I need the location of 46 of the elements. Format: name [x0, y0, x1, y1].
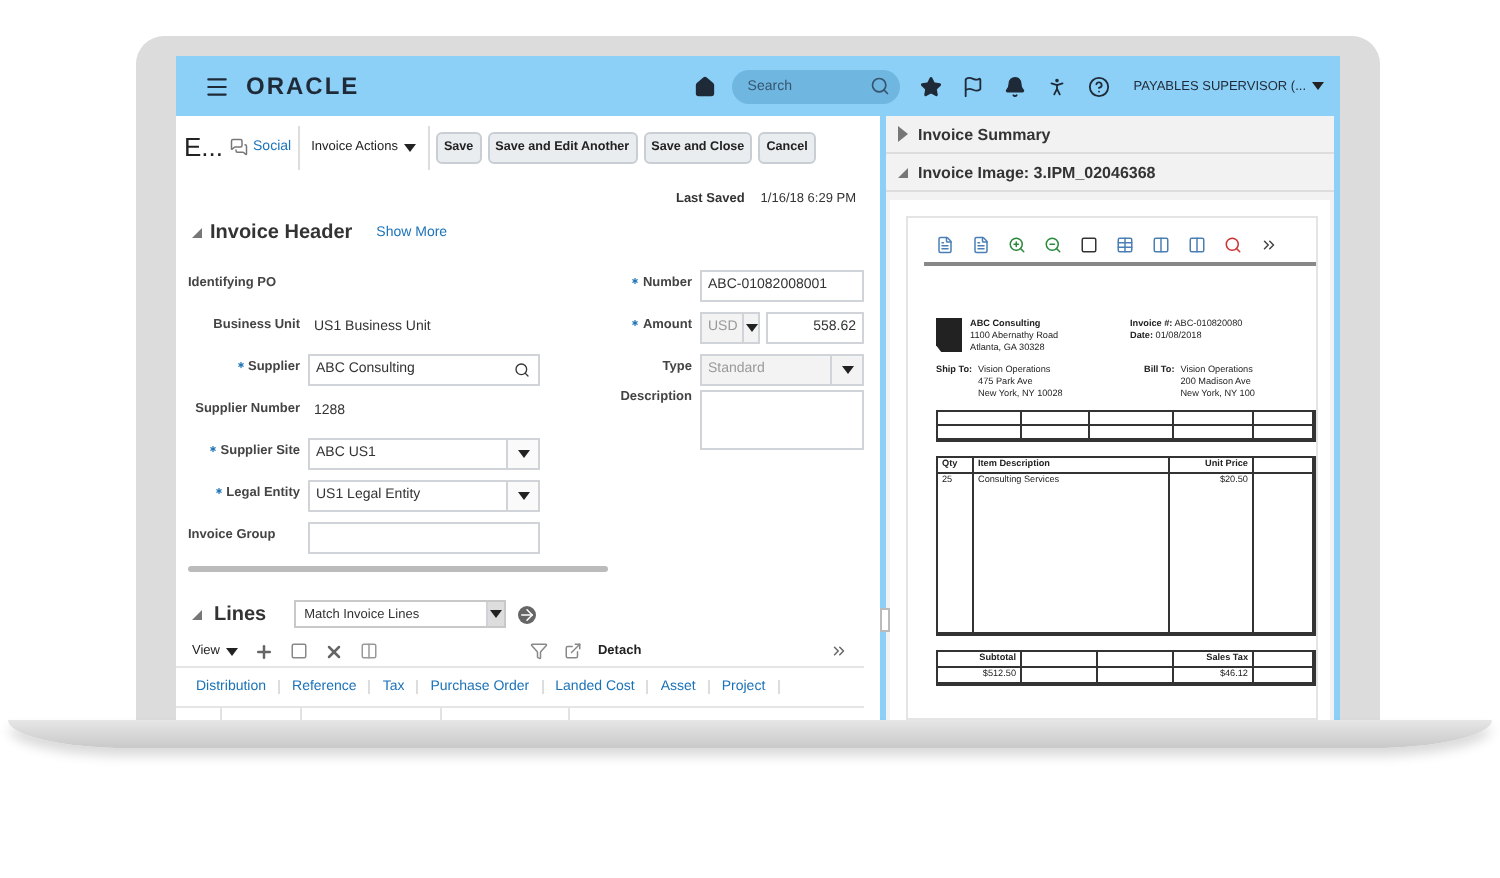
panel-header[interactable]: Invoice Image: 3.IPM_02046368 [886, 154, 1334, 192]
bell-icon[interactable] [1003, 75, 1026, 97]
disclosure-icon[interactable] [192, 228, 202, 238]
flag-icon[interactable] [961, 75, 984, 97]
panel-title: Invoice Summary [918, 125, 1051, 143]
splitter-handle[interactable] [880, 608, 890, 632]
caret-icon [517, 449, 529, 457]
delete-icon[interactable] [323, 641, 344, 661]
page-icon[interactable] [936, 235, 954, 253]
disclosure-icon[interactable] [192, 609, 202, 619]
panel-header[interactable]: Invoice Summary [886, 116, 1334, 154]
search-icon [869, 76, 890, 96]
go-icon[interactable] [518, 605, 537, 623]
description-field[interactable] [700, 390, 864, 450]
logo: ORACLE [246, 72, 360, 100]
add-icon[interactable] [253, 641, 274, 661]
caret-icon [841, 365, 853, 373]
caret-icon [225, 647, 238, 655]
page-icon[interactable] [972, 235, 990, 253]
page-title: E... [184, 132, 224, 162]
zoom-in-icon[interactable] [1008, 235, 1026, 253]
company-logo [936, 318, 962, 352]
detach-icon [563, 642, 582, 660]
search-icon[interactable] [1224, 235, 1242, 253]
input-field[interactable] [308, 521, 540, 553]
home-icon[interactable] [693, 75, 716, 97]
panel-title: Invoice Image: 3.IPM_02046368 [918, 163, 1156, 181]
search-icon [514, 361, 530, 377]
caret-icon [745, 323, 757, 331]
chat-icon [229, 138, 248, 156]
menu-icon[interactable] [204, 73, 230, 99]
filter-icon[interactable] [529, 642, 548, 660]
more-icon[interactable] [830, 642, 848, 660]
help-icon[interactable] [1087, 75, 1110, 97]
section-title: Invoice Header [210, 222, 353, 244]
caret-icon [517, 491, 529, 499]
caret-icon [490, 610, 503, 618]
caret-icon [403, 143, 416, 151]
accessibility-icon[interactable] [1045, 75, 1068, 97]
caret-icon [1312, 82, 1324, 90]
square-icon[interactable] [1080, 235, 1098, 253]
star-icon[interactable] [919, 75, 942, 97]
more-icon[interactable] [1260, 235, 1278, 253]
columns-icon[interactable] [359, 642, 378, 660]
zoom-out-icon[interactable] [1044, 235, 1062, 253]
section-title: Lines [214, 603, 267, 625]
